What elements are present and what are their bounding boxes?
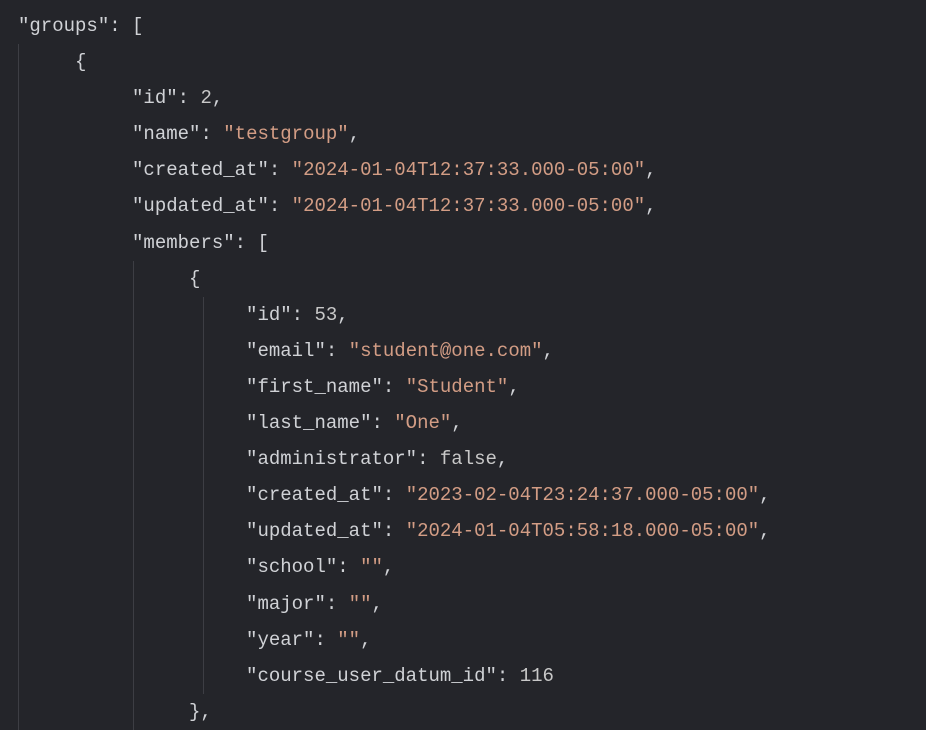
code-line: { xyxy=(18,261,926,297)
open-brace: { xyxy=(75,51,86,73)
key-email: "email" xyxy=(246,340,326,362)
key-last-name: "last_name" xyxy=(246,412,371,434)
value-member-course-user-datum-id: 116 xyxy=(520,665,554,687)
value-member-email: "student@one.com" xyxy=(349,340,543,362)
code-line: "updated_at": "2024-01-04T12:37:33.000-0… xyxy=(18,188,926,224)
key-school: "school" xyxy=(246,556,337,578)
key-administrator: "administrator" xyxy=(246,448,417,470)
colon: : xyxy=(109,15,132,37)
key-major: "major" xyxy=(246,593,326,615)
key-name: "name" xyxy=(132,123,200,145)
key-course-user-datum-id: "course_user_datum_id" xyxy=(246,665,497,687)
code-line: "school": "", xyxy=(18,549,926,585)
value-group-updated-at: "2024-01-04T12:37:33.000-05:00" xyxy=(292,195,645,217)
code-line: "created_at": "2023-02-04T23:24:37.000-0… xyxy=(18,477,926,513)
code-line: "course_user_datum_id": 116 xyxy=(18,658,926,694)
key-groups: "groups" xyxy=(18,15,109,37)
code-line: "year": "", xyxy=(18,622,926,658)
key-year: "year" xyxy=(246,629,314,651)
code-line: "last_name": "One", xyxy=(18,405,926,441)
code-line: "id": 2, xyxy=(18,80,926,116)
code-line: "major": "", xyxy=(18,586,926,622)
code-line: "name": "testgroup", xyxy=(18,116,926,152)
code-line: { xyxy=(18,44,926,80)
key-first-name: "first_name" xyxy=(246,376,383,398)
code-line: "first_name": "Student", xyxy=(18,369,926,405)
key-id: "id" xyxy=(132,87,178,109)
value-member-administrator: false xyxy=(440,448,497,470)
key-created-at: "created_at" xyxy=(246,484,383,506)
value-group-created-at: "2024-01-04T12:37:33.000-05:00" xyxy=(292,159,645,181)
key-members: "members" xyxy=(132,232,235,254)
value-member-first-name: "Student" xyxy=(406,376,509,398)
open-bracket: [ xyxy=(132,15,143,37)
key-updated-at: "updated_at" xyxy=(246,520,383,542)
code-line: "administrator": false, xyxy=(18,441,926,477)
code-line: "id": 53, xyxy=(18,297,926,333)
value-member-updated-at: "2024-01-04T05:58:18.000-05:00" xyxy=(406,520,759,542)
value-member-major: "" xyxy=(349,593,372,615)
key-id: "id" xyxy=(246,304,292,326)
value-member-created-at: "2023-02-04T23:24:37.000-05:00" xyxy=(406,484,759,506)
key-created-at: "created_at" xyxy=(132,159,269,181)
code-line: }, xyxy=(18,694,926,730)
code-line: "members": [ xyxy=(18,225,926,261)
code-line: "email": "student@one.com", xyxy=(18,333,926,369)
open-bracket: [ xyxy=(257,232,268,254)
code-line: "updated_at": "2024-01-04T05:58:18.000-0… xyxy=(18,513,926,549)
value-member-last-name: "One" xyxy=(394,412,451,434)
value-member-year: "" xyxy=(337,629,360,651)
key-updated-at: "updated_at" xyxy=(132,195,269,217)
json-code-block: "groups": [ { "id": 2, "name": "testgrou… xyxy=(18,8,926,730)
value-member-school: "" xyxy=(360,556,383,578)
close-brace-comma: }, xyxy=(189,701,212,723)
code-line: "groups": [ xyxy=(18,8,926,44)
value-group-name: "testgroup" xyxy=(223,123,348,145)
code-line: "created_at": "2024-01-04T12:37:33.000-0… xyxy=(18,152,926,188)
value-member-id: 53 xyxy=(314,304,337,326)
value-group-id: 2 xyxy=(200,87,211,109)
open-brace: { xyxy=(189,268,200,290)
